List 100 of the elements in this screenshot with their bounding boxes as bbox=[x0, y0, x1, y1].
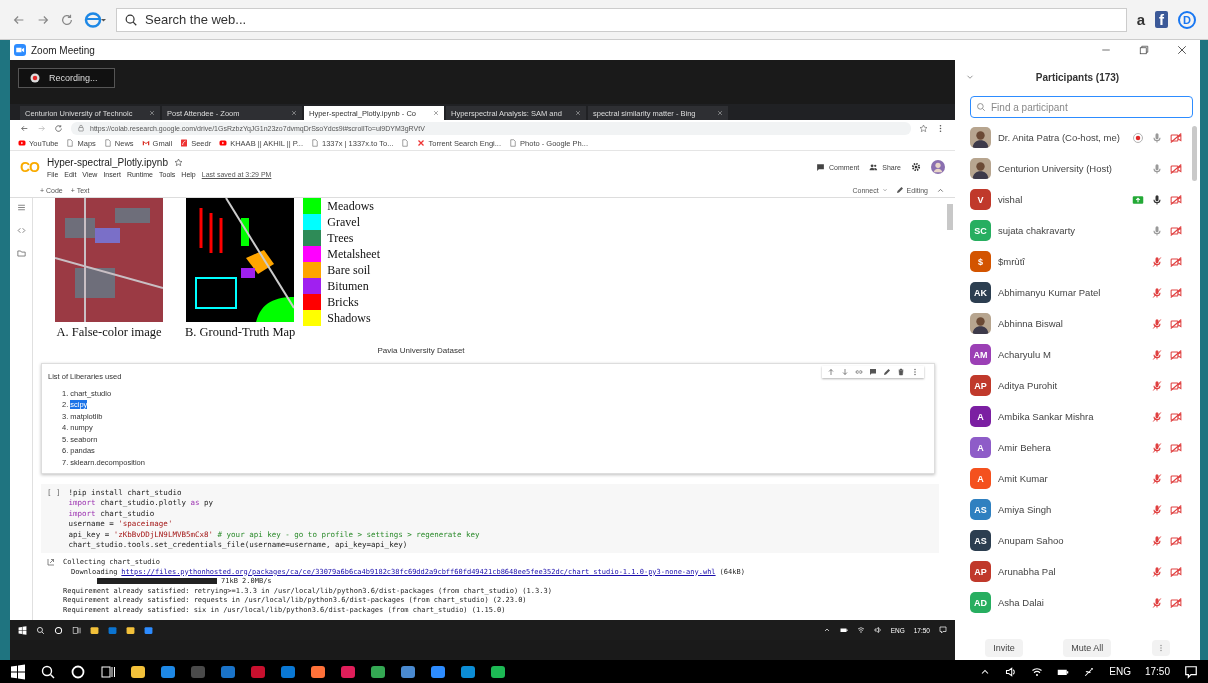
folder-icon[interactable] bbox=[16, 249, 26, 258]
muted-microphone-icon[interactable] bbox=[1151, 286, 1163, 299]
windows-logo-icon[interactable] bbox=[10, 663, 26, 680]
cross-icon bbox=[417, 139, 426, 147]
participant-search-field[interactable]: Find a participant bbox=[970, 96, 1193, 118]
speaker-icon[interactable] bbox=[1005, 665, 1018, 678]
app-tile-icon[interactable] bbox=[430, 663, 446, 680]
settings-icon[interactable] bbox=[911, 162, 921, 172]
pen-icon[interactable] bbox=[1083, 665, 1096, 678]
video-off-icon[interactable] bbox=[1170, 503, 1182, 516]
video-off-icon[interactable] bbox=[1170, 286, 1182, 299]
video-off-icon[interactable] bbox=[1170, 193, 1182, 206]
muted-microphone-icon[interactable] bbox=[1151, 348, 1163, 361]
pencil-icon[interactable] bbox=[883, 368, 891, 376]
muted-microphone-icon[interactable] bbox=[1151, 410, 1163, 423]
muted-microphone-icon[interactable] bbox=[1151, 317, 1163, 330]
speaker-icon[interactable] bbox=[873, 626, 882, 634]
video-off-icon[interactable] bbox=[1170, 565, 1182, 578]
video-off-icon[interactable] bbox=[1170, 379, 1182, 392]
output-icon[interactable] bbox=[47, 558, 55, 566]
link-icon[interactable] bbox=[855, 368, 863, 376]
star-icon[interactable] bbox=[174, 157, 183, 167]
circle-icon[interactable] bbox=[70, 663, 86, 680]
app-tile-icon[interactable] bbox=[370, 663, 386, 680]
app-tile-icon[interactable] bbox=[130, 663, 146, 680]
avatar: AP bbox=[970, 375, 991, 396]
notification-icon[interactable] bbox=[939, 626, 947, 634]
microphone-icon[interactable] bbox=[1151, 193, 1163, 206]
search-icon[interactable] bbox=[40, 663, 56, 680]
video-off-icon[interactable] bbox=[1170, 317, 1182, 330]
video-off-icon[interactable] bbox=[1170, 162, 1182, 175]
app-tile-icon[interactable] bbox=[126, 625, 135, 635]
back-icon[interactable] bbox=[20, 123, 29, 133]
video-off-icon[interactable] bbox=[1170, 472, 1182, 485]
up-icon[interactable] bbox=[827, 368, 835, 376]
app-tile-icon[interactable] bbox=[190, 663, 206, 680]
circle-icon[interactable] bbox=[54, 625, 63, 635]
muted-microphone-icon[interactable] bbox=[1151, 379, 1163, 392]
extension-icon[interactable]: a bbox=[1136, 11, 1145, 28]
video-off-icon[interactable] bbox=[1170, 534, 1182, 547]
muted-microphone-icon[interactable] bbox=[1151, 534, 1163, 547]
comment-icon[interactable] bbox=[869, 368, 877, 376]
extension-icon[interactable]: D bbox=[1178, 10, 1196, 29]
app-tile-icon[interactable] bbox=[90, 625, 99, 635]
app-tile-icon[interactable] bbox=[160, 663, 176, 680]
video-off-icon[interactable] bbox=[1170, 255, 1182, 268]
scrollbar[interactable] bbox=[1192, 126, 1197, 181]
scrollbar[interactable] bbox=[947, 204, 953, 230]
record-icon bbox=[29, 72, 41, 84]
muted-microphone-icon[interactable] bbox=[1151, 441, 1163, 454]
app-tile-icon[interactable] bbox=[310, 663, 326, 680]
app-tile-icon[interactable] bbox=[280, 663, 296, 680]
trash-icon[interactable] bbox=[897, 368, 905, 376]
wifi-icon[interactable] bbox=[1031, 665, 1044, 678]
recording-button[interactable]: Recording... bbox=[18, 68, 115, 88]
menu-icon[interactable] bbox=[16, 203, 26, 212]
video-off-icon[interactable] bbox=[1170, 131, 1182, 144]
muted-microphone-icon[interactable] bbox=[1151, 565, 1163, 578]
muted-microphone-icon[interactable] bbox=[1151, 503, 1163, 516]
notification-icon[interactable] bbox=[1184, 664, 1198, 679]
app-tile-icon[interactable] bbox=[144, 625, 153, 635]
language-indicator[interactable]: ENG bbox=[1109, 666, 1131, 677]
search-icon[interactable] bbox=[36, 625, 45, 635]
app-tile-icon[interactable] bbox=[220, 663, 236, 680]
close-icon[interactable] bbox=[1176, 44, 1188, 56]
clock[interactable]: 17:50 bbox=[1144, 666, 1170, 677]
battery-icon[interactable] bbox=[839, 626, 848, 634]
avatar-icon[interactable] bbox=[931, 160, 945, 174]
chevron-up-icon[interactable] bbox=[822, 626, 831, 634]
legend-label: Trees bbox=[327, 230, 354, 246]
browser-logo-icon[interactable] bbox=[84, 11, 106, 28]
notebook-title[interactable]: Hyper-spectral_Plotly.ipynb bbox=[47, 156, 168, 168]
web-search-field[interactable]: Search the web... bbox=[116, 7, 1127, 32]
restore-icon[interactable] bbox=[1138, 44, 1150, 56]
video-off-icon[interactable] bbox=[1170, 348, 1182, 361]
reload-icon[interactable] bbox=[60, 12, 74, 27]
video-off-icon[interactable] bbox=[1170, 224, 1182, 237]
muted-microphone-icon[interactable] bbox=[1151, 596, 1163, 609]
app-tile-icon[interactable] bbox=[400, 663, 416, 680]
video-off-icon[interactable] bbox=[1170, 596, 1182, 609]
app-tile-icon[interactable] bbox=[340, 663, 356, 680]
muted-microphone-icon[interactable] bbox=[1151, 255, 1163, 268]
wifi-icon[interactable] bbox=[856, 626, 865, 634]
more-icon[interactable] bbox=[911, 368, 919, 376]
app-tile-icon[interactable] bbox=[250, 663, 266, 680]
video-off-icon[interactable] bbox=[1170, 441, 1182, 454]
video-off-icon[interactable] bbox=[1170, 410, 1182, 423]
muted-microphone-icon[interactable] bbox=[1151, 472, 1163, 485]
panel-button[interactable]: Invite bbox=[985, 639, 1023, 657]
down-icon[interactable] bbox=[841, 368, 849, 376]
task-view-icon[interactable] bbox=[72, 625, 81, 635]
panel-button[interactable]: Mute All bbox=[1063, 639, 1112, 657]
reload-icon[interactable] bbox=[54, 123, 63, 133]
star-icon[interactable] bbox=[919, 123, 928, 133]
app-tile-icon[interactable] bbox=[460, 663, 476, 680]
app-tile-icon[interactable] bbox=[108, 625, 117, 635]
app-tile-icon[interactable] bbox=[490, 663, 506, 680]
windows-logo-icon[interactable] bbox=[18, 625, 27, 635]
task-view-icon[interactable] bbox=[100, 663, 116, 680]
extension-icon[interactable]: f bbox=[1155, 11, 1168, 28]
